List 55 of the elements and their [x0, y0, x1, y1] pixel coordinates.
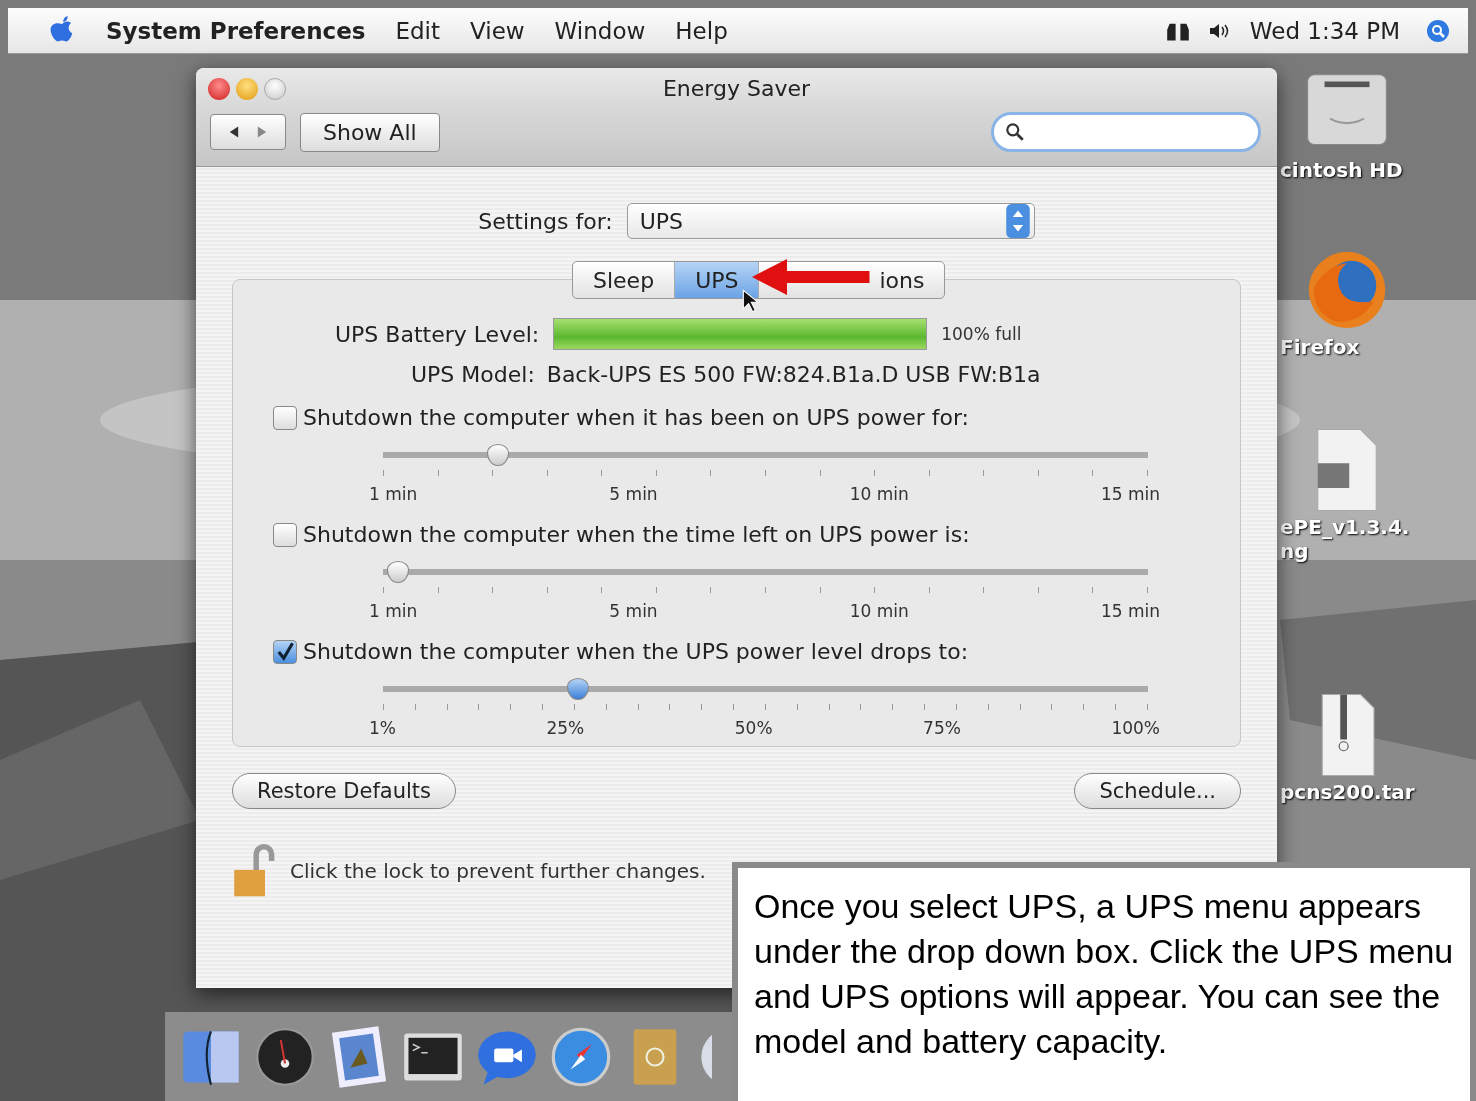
desktop-icon-label: Firefox [1280, 335, 1360, 359]
menu-item[interactable]: View [470, 17, 525, 44]
stepper-arrows-icon [1003, 204, 1032, 238]
tick-label: 1 min [369, 601, 418, 621]
slider-thumb[interactable] [486, 444, 509, 466]
search-field[interactable] [991, 112, 1261, 152]
unlocked-padlock-icon[interactable] [232, 843, 276, 899]
zoom-button[interactable] [264, 78, 286, 100]
tick-label: 10 min [849, 601, 909, 621]
menu-item[interactable]: Help [675, 17, 728, 44]
show-all-button[interactable]: Show All [300, 112, 440, 152]
slider-thumb[interactable] [567, 678, 590, 700]
checkbox[interactable] [273, 639, 297, 664]
mouse-cursor-icon [742, 289, 758, 313]
settings-dropdown[interactable]: UPS [626, 203, 1035, 239]
model-label: UPS Model: [411, 362, 535, 387]
tick-label: 10 min [849, 484, 909, 504]
tick-label: 50% [734, 718, 773, 738]
menu-item[interactable]: Edit [395, 17, 440, 44]
desktop-icon-label: pcns200.tar [1280, 780, 1415, 804]
tick-label: 25% [546, 718, 585, 738]
checkbox-label: Shutdown the computer when the UPS power level drops to: [303, 639, 969, 664]
lock-hint: Click the lock to prevent further changes. [290, 859, 706, 883]
tick-label: 1% [369, 718, 396, 738]
tick-label: 5 min [609, 601, 658, 621]
desktop-icon-label: cintosh HD [1280, 158, 1403, 182]
tick-label: 15 min [1100, 484, 1160, 504]
menu-clock[interactable]: Wed 1:34 PM [1249, 17, 1400, 44]
tick-label: 1 min [369, 484, 418, 504]
callout-note: Once you select UPS, a UPS menu appears under the drop down box. Click the UPS menu and UPS options will appear. You can see the model and battery capacity. [732, 862, 1476, 1101]
desktop-icon-label: ng [1280, 539, 1309, 563]
search-icon [1004, 121, 1026, 143]
menu-app-name[interactable]: System Preferences [106, 17, 366, 44]
checkbox-label: Shutdown the computer when the time left on UPS power is: [303, 522, 970, 547]
schedule-button[interactable]: Schedule... [1074, 773, 1241, 809]
tick-label: 100% [1111, 718, 1160, 738]
window-title: Energy Saver [662, 75, 811, 101]
desktop-icon-label: ePE_v1.3.4. [1280, 515, 1410, 539]
tick-label: 75% [923, 718, 961, 738]
close-button[interactable] [208, 78, 230, 100]
checkbox[interactable] [273, 405, 297, 430]
battery-reading: 100% full [941, 324, 1022, 344]
restore-defaults-button[interactable]: Restore Defaults [232, 773, 457, 809]
slider-thumb[interactable] [387, 561, 410, 583]
tab[interactable]: ions [759, 262, 945, 298]
tab[interactable]: UPS [675, 262, 760, 298]
menu-item[interactable]: Window [554, 17, 646, 44]
model-value: Back-UPS ES 500 FW:824.B1a.D USB FW:B1a [546, 362, 1041, 387]
battery-level-label: UPS Battery Level: [335, 321, 540, 347]
tick-label: 15 min [1100, 601, 1160, 621]
tick-label: 5 min [609, 484, 658, 504]
settings-for-label: Settings for: [478, 208, 613, 234]
search-icon[interactable] [1426, 18, 1450, 43]
checkbox[interactable] [273, 522, 297, 547]
checkbox-label: Shutdown the computer when it has been on UPS power for: [303, 405, 969, 430]
